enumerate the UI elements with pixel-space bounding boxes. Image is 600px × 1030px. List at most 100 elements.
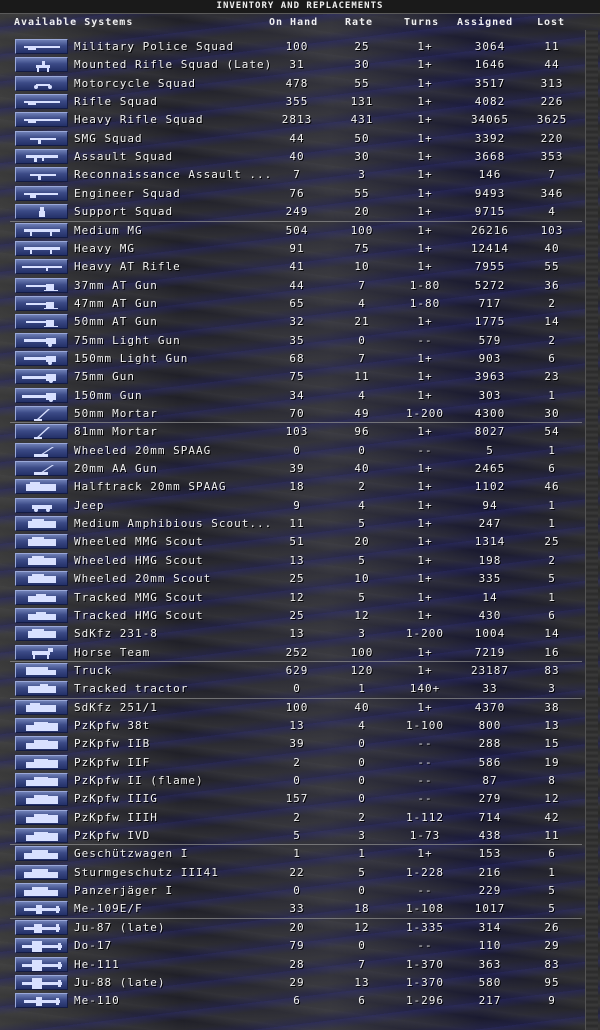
system-row[interactable]: Heavy AT Rifle 41 10 1+ 7955 55 [0,258,600,276]
bomber-plane-icon[interactable] [15,974,68,990]
header-assigned[interactable]: Assigned [457,16,513,30]
system-row[interactable]: PzKpfw IIIG 157 0 -- 279 12 [0,790,600,808]
soldier-icon[interactable] [15,204,68,220]
armored-car-icon[interactable] [15,516,68,532]
armored-car-icon[interactable] [15,571,68,587]
aa-gun-icon[interactable] [15,461,68,477]
at-rifle-icon[interactable] [15,259,68,275]
header-turns[interactable]: Turns [404,16,439,30]
system-row[interactable]: Assault Squad 40 30 1+ 3668 353 [0,148,600,166]
tank-icon[interactable] [15,809,68,825]
system-row[interactable]: Geschützwagen I 1 1 1+ 153 6 [0,845,600,863]
tank-icon[interactable] [15,736,68,752]
system-row[interactable]: Horse Team 252 100 1+ 7219 16 [0,644,600,662]
system-row[interactable]: Engineer Squad 76 55 1+ 9493 346 [0,185,600,203]
smg-icon[interactable] [15,167,68,183]
mortar-icon[interactable] [15,406,68,421]
system-row[interactable]: Reconnaissance Assault ... 7 3 1+ 146 7 [0,166,600,184]
halftrack-icon[interactable] [15,699,68,715]
system-row[interactable]: 75mm Light Gun 35 0 -- 579 2 [0,332,600,350]
system-row[interactable]: Medium Amphibious Scout... 11 5 1+ 247 1 [0,515,600,533]
system-row[interactable]: PzKpfw II (flame) 0 0 -- 87 8 [0,772,600,790]
spg-icon[interactable] [15,846,68,862]
system-row[interactable]: Tracked MMG Scout 12 5 1+ 14 1 [0,589,600,607]
system-row[interactable]: 50mm Mortar 70 49 1-200 4300 30 [0,405,600,423]
armored-car-icon[interactable] [15,552,68,568]
bomber-plane-icon[interactable] [15,956,68,972]
system-row[interactable]: Heavy MG 91 75 1+ 12414 40 [0,240,600,258]
system-row[interactable]: Mounted Rifle Squad (Late) 31 30 1+ 1646 44 [0,56,600,74]
scrollbar[interactable] [585,30,598,1030]
tank-icon[interactable] [15,828,68,844]
header-rate[interactable]: Rate [345,16,373,30]
bomber-plane-icon[interactable] [15,938,68,954]
cavalry-icon[interactable] [15,57,68,73]
system-row[interactable]: PzKpfw IIB 39 0 -- 288 15 [0,735,600,753]
header-available-systems[interactable]: Available Systems [14,16,133,30]
system-row[interactable]: 150mm Light Gun 68 7 1+ 903 6 [0,350,600,368]
mortar-icon[interactable] [15,424,68,440]
system-row[interactable]: Wheeled 20mm Scout 25 10 1+ 335 5 [0,570,600,588]
rifle-icon[interactable] [15,39,68,54]
system-row[interactable]: 150mm Gun 34 4 1+ 303 1 [0,387,600,405]
system-row[interactable]: 37mm AT Gun 44 7 1-80 5272 36 [0,277,600,295]
system-row[interactable]: Motorcycle Squad 478 55 1+ 3517 313 [0,75,600,93]
system-row[interactable]: Sturmgeschutz III41 22 5 1-228 216 1 [0,864,600,882]
system-row[interactable]: Tracked tractor 0 1 140+ 33 3 [0,680,600,698]
header-on-hand[interactable]: On Hand [269,16,318,30]
machine-gun-icon[interactable] [15,222,68,238]
system-row[interactable]: Panzerjäger I 0 0 -- 229 5 [0,882,600,900]
system-row[interactable]: Wheeled 20mm SPAAG 0 0 -- 5 1 [0,442,600,460]
system-row[interactable]: 81mm Mortar 103 96 1+ 8027 54 [0,423,600,441]
system-row[interactable]: PzKpfw IIIH 2 2 1-112 714 42 [0,809,600,827]
tractor-icon[interactable] [15,681,68,697]
system-row[interactable]: PzKpfw IVD 5 3 1-73 438 11 [0,827,600,845]
fighter-plane-icon[interactable] [15,901,68,917]
assault-rifle-icon[interactable] [15,149,68,165]
system-row[interactable]: PzKpfw IIF 2 0 -- 586 19 [0,754,600,772]
tank-icon[interactable] [15,773,68,788]
system-row[interactable]: SMG Squad 44 50 1+ 3392 220 [0,130,600,148]
armored-car-icon[interactable] [15,626,68,642]
system-row[interactable]: 20mm AA Gun 39 40 1+ 2465 6 [0,460,600,478]
system-row[interactable]: Do-17 79 0 -- 110 29 [0,937,600,955]
motorcycle-icon[interactable] [15,75,68,91]
spg-icon[interactable] [15,883,68,899]
system-row[interactable]: PzKpfw 38t 13 4 1-100 800 13 [0,717,600,735]
smg-icon[interactable] [15,130,68,146]
system-row[interactable]: Heavy Rifle Squad 2813 431 1+ 34065 3625 [0,111,600,129]
system-row[interactable]: Me-110 6 6 1-296 217 9 [0,992,600,1010]
system-row[interactable]: Support Squad 249 20 1+ 9715 4 [0,203,600,221]
truck-icon[interactable] [15,662,68,678]
header-lost[interactable]: Lost [537,16,565,30]
at-gun-icon[interactable] [15,314,68,330]
system-row[interactable]: SdKfz 251/1 100 40 1+ 4370 38 [0,699,600,717]
system-row[interactable]: Jeep 9 4 1+ 94 1 [0,497,600,515]
field-gun-icon[interactable] [15,387,68,403]
tracked-scout-icon[interactable] [15,607,68,623]
horse-icon[interactable] [15,644,68,660]
fighter-plane-icon[interactable] [15,993,68,1009]
rifle-icon[interactable] [15,94,68,110]
halftrack-icon[interactable] [15,479,68,495]
armored-car-icon[interactable] [15,534,68,550]
system-row[interactable]: Wheeled MMG Scout 51 20 1+ 1314 25 [0,533,600,551]
system-row[interactable]: 50mm AT Gun 32 21 1+ 1775 14 [0,313,600,331]
machine-gun-icon[interactable] [15,240,68,256]
system-row[interactable]: SdKfz 231-8 13 3 1-200 1004 14 [0,625,600,643]
spg-icon[interactable] [15,864,68,880]
system-row[interactable]: Me-109E/F 33 18 1-108 1017 5 [0,900,600,918]
system-row[interactable]: Ju-88 (late) 29 13 1-370 580 95 [0,974,600,992]
tank-icon[interactable] [15,791,68,807]
rifle-icon[interactable] [15,112,68,128]
system-row[interactable]: Tracked HMG Scout 25 12 1+ 430 6 [0,607,600,625]
tank-icon[interactable] [15,717,68,733]
dive-bomber-icon[interactable] [15,919,68,935]
howitzer-icon[interactable] [15,350,68,366]
system-row[interactable]: Halftrack 20mm SPAAG 18 2 1+ 1102 46 [0,478,600,496]
howitzer-icon[interactable] [15,332,68,348]
system-row[interactable]: Wheeled HMG Scout 13 5 1+ 198 2 [0,552,600,570]
aa-gun-icon[interactable] [15,442,68,458]
system-row[interactable]: Rifle Squad 355 131 1+ 4082 226 [0,93,600,111]
system-row[interactable]: 75mm Gun 75 11 1+ 3963 23 [0,368,600,386]
